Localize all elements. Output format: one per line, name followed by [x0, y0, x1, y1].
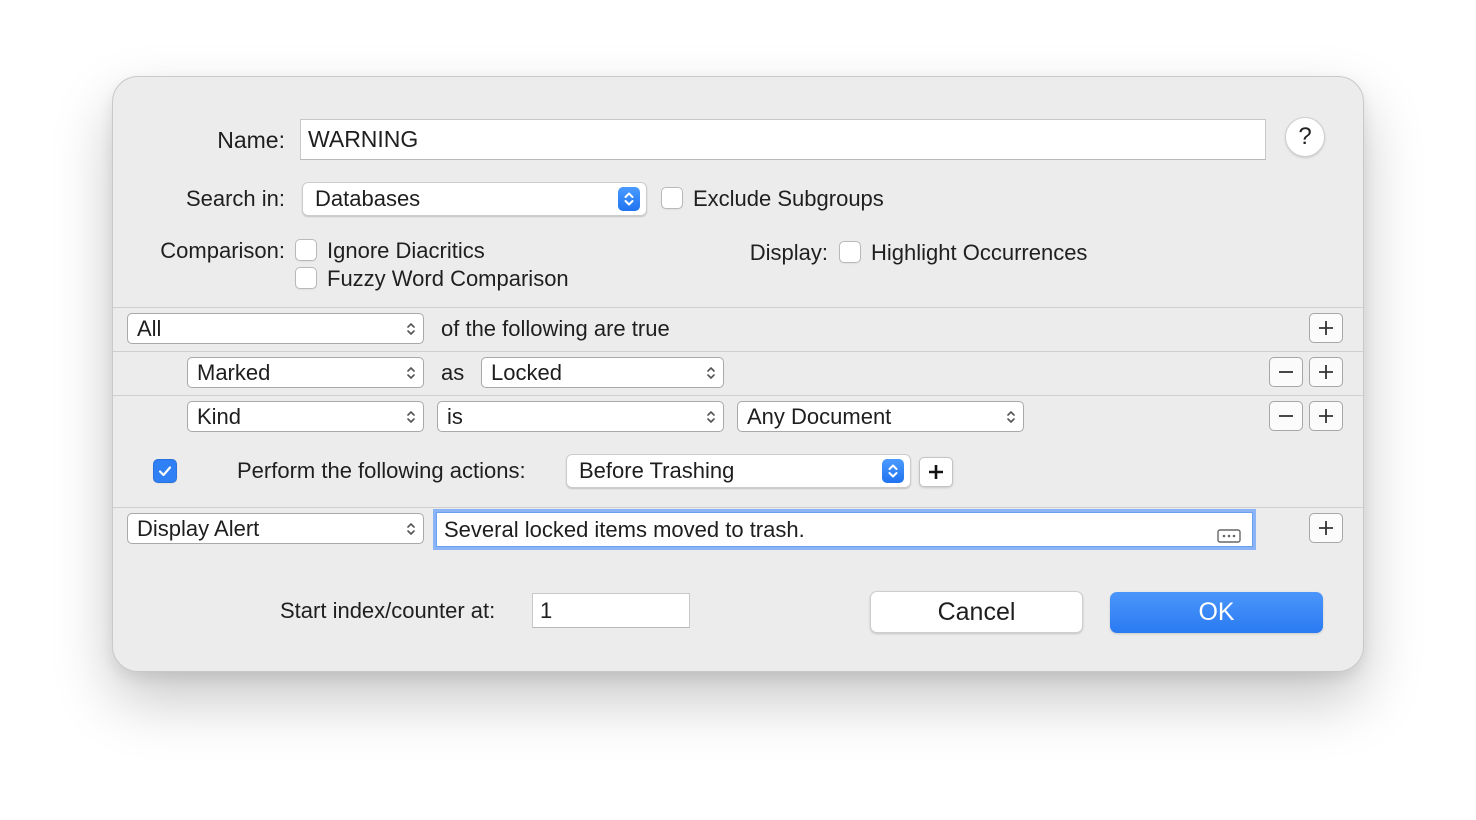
popup-arrows-icon: [403, 405, 419, 429]
perform-actions-checkbox[interactable]: [153, 459, 177, 483]
alert-message-field[interactable]: Several locked items moved to trash.: [433, 509, 1256, 550]
plus-icon: [1319, 365, 1333, 379]
action-trigger-value: Before Trashing: [579, 458, 735, 483]
condition-value-text: Any Document: [747, 403, 892, 429]
condition-value-popup[interactable]: Locked: [481, 357, 724, 388]
checkmark-icon: [158, 466, 172, 477]
match-popup[interactable]: All: [127, 313, 424, 344]
popup-arrows-icon: [703, 405, 719, 429]
add-condition-button[interactable]: [1309, 357, 1343, 387]
condition-operator-popup[interactable]: is: [437, 401, 724, 432]
search-in-label: Search in:: [185, 186, 285, 211]
action-type-value: Display Alert: [137, 515, 260, 541]
search-in-popup[interactable]: Databases: [302, 182, 647, 216]
plus-icon: [1319, 521, 1333, 535]
popup-arrows-icon: [703, 361, 719, 385]
highlight-occurrences-label: Highlight Occurrences: [871, 240, 1088, 265]
start-index-label: Start index/counter at:: [280, 598, 496, 623]
perform-actions-label: Perform the following actions:: [237, 458, 526, 483]
display-label: Display:: [749, 240, 828, 265]
popup-arrows-icon: [403, 361, 419, 385]
action-type-popup[interactable]: Display Alert: [127, 513, 424, 544]
remove-condition-button[interactable]: [1269, 357, 1303, 387]
alert-message-value: Several locked items moved to trash.: [444, 516, 805, 542]
ellipsis-icon[interactable]: [1217, 523, 1241, 549]
search-in-value: Databases: [315, 186, 421, 211]
separator: [113, 307, 1363, 308]
action-trigger-popup[interactable]: Before Trashing: [566, 454, 911, 488]
add-condition-button[interactable]: [1309, 313, 1343, 343]
start-index-field[interactable]: 1: [532, 593, 690, 628]
match-suffix-label: of the following are true: [441, 316, 670, 341]
remove-condition-button[interactable]: [1269, 401, 1303, 431]
popup-arrows-icon: [403, 317, 419, 341]
exclude-subgroups-checkbox[interactable]: [661, 187, 683, 209]
fuzzy-word-label: Fuzzy Word Comparison: [327, 266, 569, 291]
ignore-diacritics-checkbox[interactable]: [295, 239, 317, 261]
condition-operator-value: is: [447, 403, 463, 429]
condition-operator-label: as: [441, 360, 465, 385]
ok-button[interactable]: OK: [1110, 592, 1323, 633]
separator: [113, 507, 1363, 508]
help-icon: ?: [1298, 123, 1312, 150]
separator: [113, 351, 1363, 352]
plus-icon: [1319, 321, 1333, 335]
name-field[interactable]: WARNING: [300, 119, 1266, 160]
condition-field-popup[interactable]: Kind: [187, 401, 424, 432]
condition-value-popup[interactable]: Any Document: [737, 401, 1024, 432]
separator: [113, 395, 1363, 396]
popup-arrows-icon: [403, 517, 419, 541]
exclude-subgroups-label: Exclude Subgroups: [693, 186, 884, 211]
add-condition-button[interactable]: [1309, 401, 1343, 431]
plus-icon: [1319, 409, 1333, 423]
condition-value-text: Locked: [491, 359, 562, 385]
match-value: All: [137, 315, 162, 341]
help-button[interactable]: ?: [1285, 117, 1325, 157]
add-action-trigger-button[interactable]: [919, 457, 953, 487]
condition-field-popup[interactable]: Marked: [187, 357, 424, 388]
highlight-occurrences-checkbox[interactable]: [839, 241, 861, 263]
comparison-label: Comparison:: [160, 238, 285, 263]
minus-icon: [1279, 371, 1293, 373]
condition-field-value: Kind: [197, 403, 242, 429]
add-action-button[interactable]: [1309, 513, 1343, 543]
smart-rule-dialog: Name: WARNING ? Search in: Databases Exc…: [112, 76, 1364, 672]
popup-arrows-icon: [882, 459, 904, 483]
plus-icon: [929, 465, 943, 479]
start-index-value: 1: [540, 597, 553, 623]
popup-arrows-icon: [1003, 405, 1019, 429]
popup-arrows-icon: [618, 187, 640, 211]
fuzzy-word-checkbox[interactable]: [295, 267, 317, 289]
minus-icon: [1279, 415, 1293, 417]
ignore-diacritics-label: Ignore Diacritics: [327, 238, 485, 263]
name-field-value: WARNING: [308, 126, 419, 152]
name-label: Name:: [217, 127, 285, 153]
cancel-button[interactable]: Cancel: [870, 591, 1083, 633]
condition-field-value: Marked: [197, 359, 271, 385]
